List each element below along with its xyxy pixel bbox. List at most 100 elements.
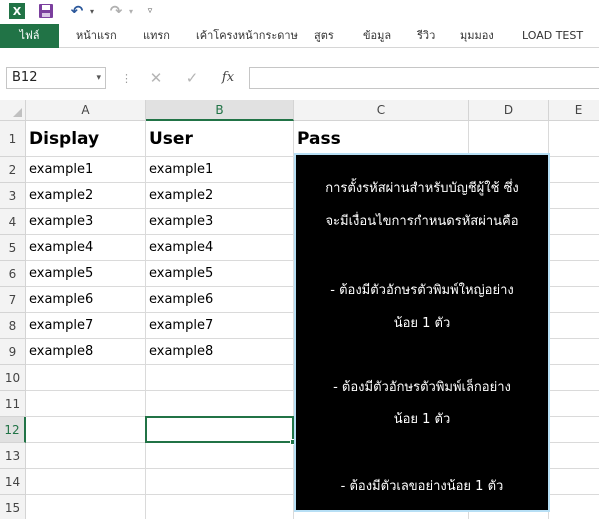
cell-b10[interactable] bbox=[146, 365, 294, 391]
row-header-14[interactable]: 14 bbox=[0, 469, 26, 495]
cell-a9[interactable]: example8 bbox=[26, 339, 146, 365]
tab-review[interactable]: รีวิว bbox=[417, 24, 435, 48]
column-header-e[interactable]: E bbox=[549, 100, 599, 121]
active-cell-border[interactable] bbox=[145, 416, 296, 445]
cell-e6[interactable] bbox=[549, 261, 599, 287]
ribbon-tabs: ไฟล์ หน้าแรก แทรก เค้าโครงหน้ากระดาษ สูต… bbox=[0, 24, 599, 48]
row-header-10[interactable]: 10 bbox=[0, 365, 26, 391]
select-all-button[interactable] bbox=[0, 100, 26, 121]
textbox-line: - ต้องมีตัวเลขอย่างน้อย 1 ตัว bbox=[340, 479, 504, 494]
textbox-line: น้อย 1 ตัว bbox=[393, 412, 451, 427]
cell-e9[interactable] bbox=[549, 339, 599, 365]
cell-d1[interactable] bbox=[469, 121, 549, 157]
cell-e14[interactable] bbox=[549, 469, 599, 495]
cell-a11[interactable] bbox=[26, 391, 146, 417]
cell-b5[interactable]: example4 bbox=[146, 235, 294, 261]
cell-e3[interactable] bbox=[549, 183, 599, 209]
enter-icon[interactable]: ✓ bbox=[184, 67, 200, 89]
cell-e13[interactable] bbox=[549, 443, 599, 469]
column-header-d[interactable]: D bbox=[469, 100, 549, 121]
cell-a6[interactable]: example5 bbox=[26, 261, 146, 287]
tab-data[interactable]: ข้อมูล bbox=[363, 24, 391, 48]
cell-b9[interactable]: example8 bbox=[146, 339, 294, 365]
cell-e10[interactable] bbox=[549, 365, 599, 391]
cell-e11[interactable] bbox=[549, 391, 599, 417]
cell-b1[interactable]: User bbox=[146, 121, 294, 157]
customize-toolbar-icon[interactable]: ▿ bbox=[144, 3, 156, 19]
cell-a2[interactable]: example1 bbox=[26, 157, 146, 183]
tab-view[interactable]: มุมมอง bbox=[460, 24, 494, 48]
cell-a8[interactable]: example7 bbox=[26, 313, 146, 339]
formula-bar-grip-icon[interactable]: ⋮ bbox=[121, 72, 132, 85]
cell-e2[interactable] bbox=[549, 157, 599, 183]
cell-b2[interactable]: example1 bbox=[146, 157, 294, 183]
insert-function-icon[interactable]: fx bbox=[218, 67, 238, 89]
cell-e1[interactable] bbox=[549, 121, 599, 157]
row-header-3[interactable]: 3 bbox=[0, 183, 26, 209]
cell-b11[interactable] bbox=[146, 391, 294, 417]
textbox-line: - ต้องมีตัวอักษรตัวพิมพ์เล็กอย่าง bbox=[333, 380, 511, 395]
row-header-12[interactable]: 12 bbox=[0, 417, 26, 443]
tab-load-test[interactable]: LOAD TEST bbox=[522, 24, 583, 48]
excel-logo-icon[interactable]: X bbox=[9, 3, 25, 19]
cell-e15[interactable] bbox=[549, 495, 599, 519]
redo-icon[interactable]: ↷ bbox=[107, 2, 125, 20]
cell-a13[interactable] bbox=[26, 443, 146, 469]
column-header-c[interactable]: C bbox=[294, 100, 469, 121]
cell-a3[interactable]: example2 bbox=[26, 183, 146, 209]
row-header-15[interactable]: 15 bbox=[0, 495, 26, 519]
cell-b15[interactable] bbox=[146, 495, 294, 519]
cancel-icon[interactable]: ✕ bbox=[148, 67, 164, 89]
cell-c1[interactable]: Pass bbox=[294, 121, 469, 157]
row-header-8[interactable]: 8 bbox=[0, 313, 26, 339]
column-header-b[interactable]: B bbox=[146, 100, 294, 121]
formula-input[interactable] bbox=[249, 67, 599, 89]
undo-dropdown-icon[interactable]: ▾ bbox=[88, 3, 96, 19]
redo-dropdown-icon[interactable]: ▾ bbox=[127, 3, 135, 19]
tab-page-layout[interactable]: เค้าโครงหน้ากระดาษ bbox=[196, 24, 298, 48]
row-header-5[interactable]: 5 bbox=[0, 235, 26, 261]
row-header-2[interactable]: 2 bbox=[0, 157, 26, 183]
formula-bar: B12 ▾ ⋮ ✕ ✓ fx bbox=[0, 64, 599, 92]
cell-b7[interactable]: example6 bbox=[146, 287, 294, 313]
cell-a14[interactable] bbox=[26, 469, 146, 495]
spreadsheet-grid[interactable]: A B C D E 1 Display User Pass 2 example1 example1 3 e… bbox=[0, 100, 599, 519]
row-header-7[interactable]: 7 bbox=[0, 287, 26, 313]
tab-home[interactable]: หน้าแรก bbox=[76, 24, 117, 48]
row-header-6[interactable]: 6 bbox=[0, 261, 26, 287]
cell-e5[interactable] bbox=[549, 235, 599, 261]
cell-a15[interactable] bbox=[26, 495, 146, 519]
cell-a5[interactable]: example4 bbox=[26, 235, 146, 261]
name-box-dropdown-icon[interactable]: ▾ bbox=[96, 68, 101, 88]
name-box-value: B12 bbox=[12, 70, 38, 85]
cell-b3[interactable]: example2 bbox=[146, 183, 294, 209]
cell-a1[interactable]: Display bbox=[26, 121, 146, 157]
row-header-9[interactable]: 9 bbox=[0, 339, 26, 365]
name-box[interactable]: B12 ▾ bbox=[6, 67, 106, 89]
cell-b6[interactable]: example5 bbox=[146, 261, 294, 287]
textbox-line: จะมีเงื่อนไขการกำหนดรหัสผ่านคือ bbox=[325, 214, 519, 229]
row-header-11[interactable]: 11 bbox=[0, 391, 26, 417]
save-icon[interactable] bbox=[38, 3, 54, 19]
cell-a10[interactable] bbox=[26, 365, 146, 391]
cell-b8[interactable]: example7 bbox=[146, 313, 294, 339]
cell-a7[interactable]: example6 bbox=[26, 287, 146, 313]
password-rules-textbox[interactable]: การตั้งรหัสผ่านสำหรับบัญชีผู้ใช้ ซึ่ง จะม… bbox=[294, 153, 550, 512]
row-header-13[interactable]: 13 bbox=[0, 443, 26, 469]
cell-e12[interactable] bbox=[549, 417, 599, 443]
cell-b4[interactable]: example3 bbox=[146, 209, 294, 235]
cell-a4[interactable]: example3 bbox=[26, 209, 146, 235]
tab-insert[interactable]: แทรก bbox=[143, 24, 170, 48]
undo-icon[interactable]: ↶ bbox=[68, 2, 86, 20]
cell-b14[interactable] bbox=[146, 469, 294, 495]
row-header-4[interactable]: 4 bbox=[0, 209, 26, 235]
cell-e7[interactable] bbox=[549, 287, 599, 313]
cell-e8[interactable] bbox=[549, 313, 599, 339]
cell-b13[interactable] bbox=[146, 443, 294, 469]
cell-e4[interactable] bbox=[549, 209, 599, 235]
tab-file[interactable]: ไฟล์ bbox=[0, 24, 59, 48]
row-header-1[interactable]: 1 bbox=[0, 121, 26, 157]
cell-a12[interactable] bbox=[26, 417, 146, 443]
column-header-a[interactable]: A bbox=[26, 100, 146, 121]
tab-formulas[interactable]: สูตร bbox=[314, 24, 334, 48]
